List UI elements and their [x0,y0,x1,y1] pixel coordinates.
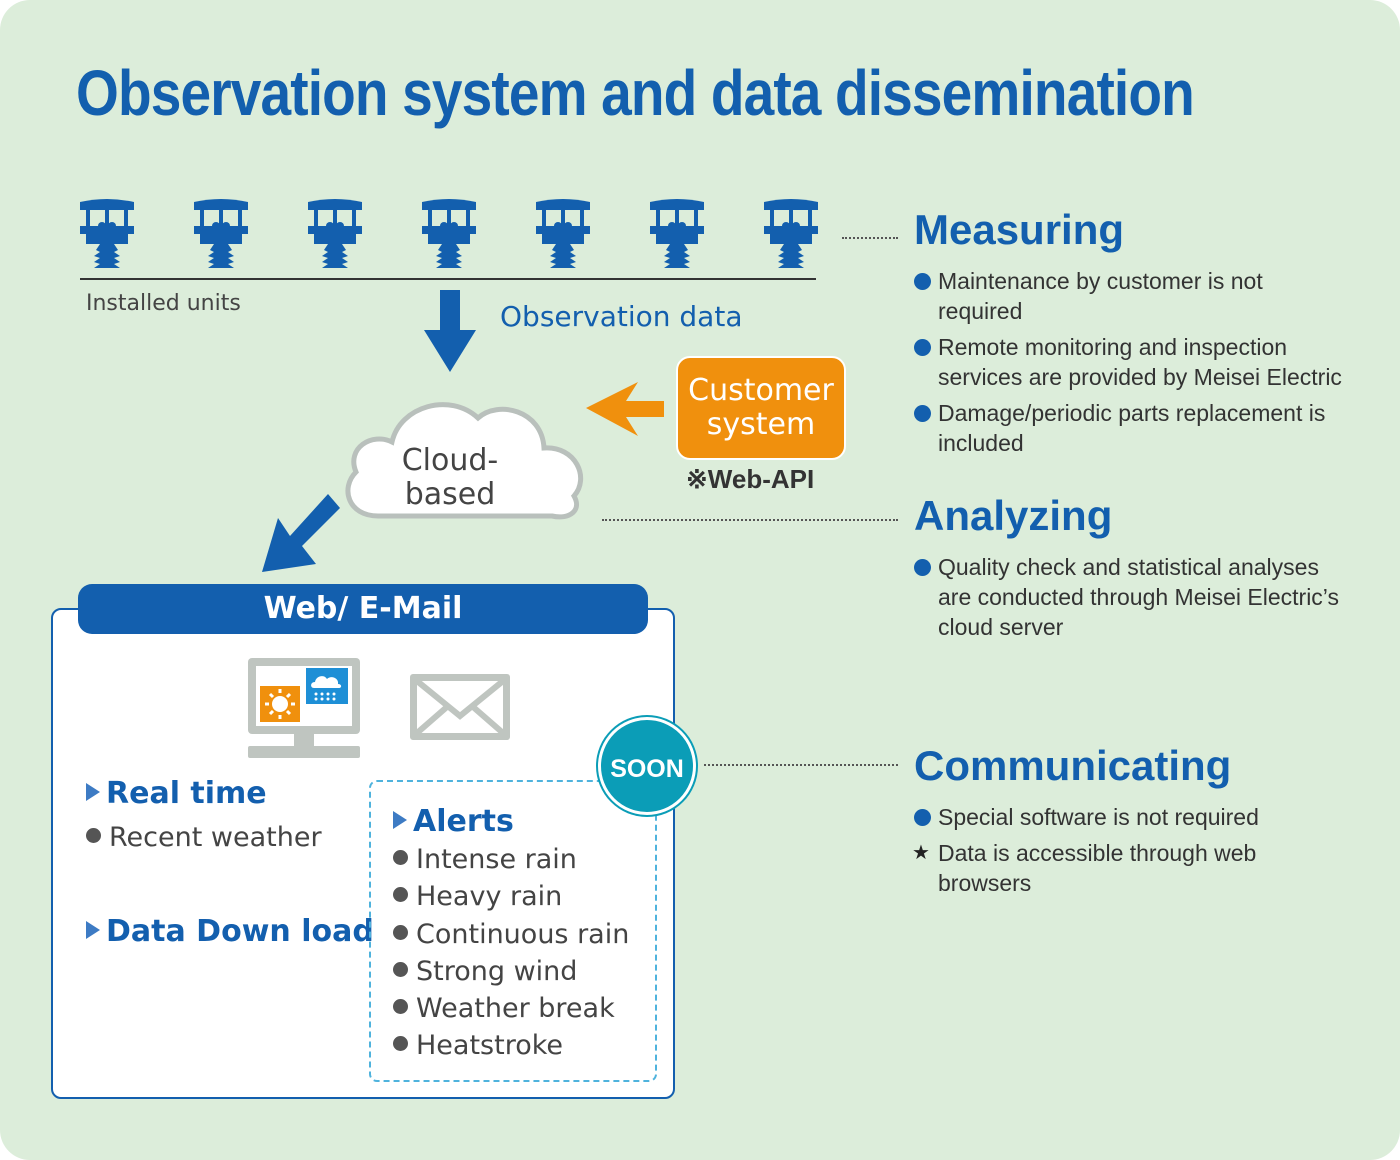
bullet-dot-icon [393,924,408,940]
bullet-line: Quality check and statistical analyses [938,554,1319,580]
alert-item-text: Weather break [416,993,615,1025]
soon-badge: SOON [598,717,696,815]
bullet-line: services are provided by Meisei Electric [938,364,1342,390]
communicating-bullet: Special software is not required [914,802,1259,832]
alert-item-text: Intense rain [416,844,577,875]
bullet-dot-icon [914,339,931,356]
alert-item: Weather break [393,993,629,1030]
cloud-label-line1: Cloud- [401,443,499,478]
cloud-label: Cloud- based [360,444,540,512]
bullet-line: Damage/periodic parts replacement is [938,400,1326,426]
realtime-item: Recent weather [86,822,322,853]
communicating-connector [704,764,898,766]
bullet-line: Special software is not required [938,804,1259,830]
bullet-dot-icon [393,961,408,977]
bullet-dot-icon [393,850,408,865]
triangle-bullet-icon [393,811,407,829]
down-arrow-icon [424,290,476,372]
envelope-icon [410,674,510,740]
alert-item-text: Continuous rain [416,918,630,950]
left-arrow-icon [586,382,664,436]
bullet-line: browsers [938,870,1032,896]
units-baseline [80,278,816,280]
communicating-section: Communicating Special software is not re… [912,742,1259,904]
page-title: Observation system and data disseminatio… [76,57,1195,129]
alerts-heading-text: Alerts [413,804,514,839]
bullet-line: Data is accessible through web [938,840,1257,866]
bullet-line: cloud server [938,614,1064,640]
analyzing-bullet: Quality check and statistical analyses ar… [914,552,1339,642]
alert-item: Continuous rain [393,919,629,956]
data-download-text: Data Down load [106,914,374,949]
alert-item: Heavy rain [393,881,629,918]
weather-station-icon [650,199,704,268]
bullet-line: Remote monitoring and inspection [938,334,1288,360]
bullet-dot-icon [914,273,931,290]
alert-item-text: Strong wind [416,955,578,987]
cloud-label-line2: based [404,477,496,512]
bullet-dot-icon [86,828,101,843]
measuring-connector [842,237,898,239]
alert-item-text: Heatstroke [416,1030,564,1062]
alert-item: Heatstroke [393,1030,629,1067]
diagram-background: Observation system and data disseminatio… [0,0,1400,1160]
web-api-label: ※Web-API [686,464,815,494]
realtime-heading-text: Real time [106,776,267,811]
diagonal-arrow-icon [262,494,340,572]
bullet-dot-icon [914,809,931,826]
alert-item-text: Heavy rain [416,881,563,913]
bullet-dot-icon [393,1036,408,1052]
customer-system-line1: Customer [688,373,834,408]
communicating-bullet: ★ Data is accessible through web browsers [912,838,1259,898]
star-icon: ★ [912,842,930,864]
triangle-bullet-icon [86,783,100,801]
triangle-bullet-icon [86,921,100,939]
analyzing-connector [602,519,898,521]
measuring-title: Measuring [914,206,1125,253]
bullet-line: required [938,298,1023,324]
measuring-section: Measuring Maintenance by customer is not… [914,206,1342,464]
monitor-weather-icon [248,658,360,758]
alert-item: Strong wind [393,956,629,993]
data-download-link[interactable]: Data Down load [86,914,374,949]
observation-data-label: Observation data [500,300,743,333]
bullet-dot-icon [393,887,408,903]
installed-units-label: Installed units [86,291,241,316]
weather-station-icon [308,199,362,268]
measuring-bullet: Damage/periodic parts replacement is incl… [914,398,1342,458]
bullet-dot-icon [393,999,408,1015]
weather-station-icon [422,199,476,268]
weather-station-icon [536,199,590,268]
panel-header: Web∕ E-Mail [78,584,648,634]
communicating-title: Communicating [914,742,1232,789]
weather-station-icon [764,199,818,268]
bullet-line: included [938,430,1024,456]
customer-system-line2: system [706,407,816,442]
measuring-bullet: Maintenance by customer is not required [914,266,1342,326]
bullet-dot-icon [914,405,931,422]
measuring-bullet: Remote monitoring and inspection services… [914,332,1342,392]
alerts-list: Intense rain Heavy rain Continuous rain Str… [393,844,629,1068]
weather-station-icon [194,199,248,268]
bullet-line: are conducted through Meisei Electric’s [938,584,1340,610]
weather-station-icon [80,199,134,268]
realtime-item-text: Recent weather [109,822,322,853]
bullet-dot-icon [914,559,931,576]
alerts-heading: Alerts [393,804,514,839]
realtime-heading: Real time [86,776,267,811]
analyzing-section: Analyzing Quality check and statistical … [914,492,1339,648]
bullet-line: Maintenance by customer is not [938,268,1263,294]
alert-item: Intense rain [393,844,629,881]
analyzing-title: Analyzing [914,492,1113,539]
customer-system-box: Customer system [676,356,846,460]
